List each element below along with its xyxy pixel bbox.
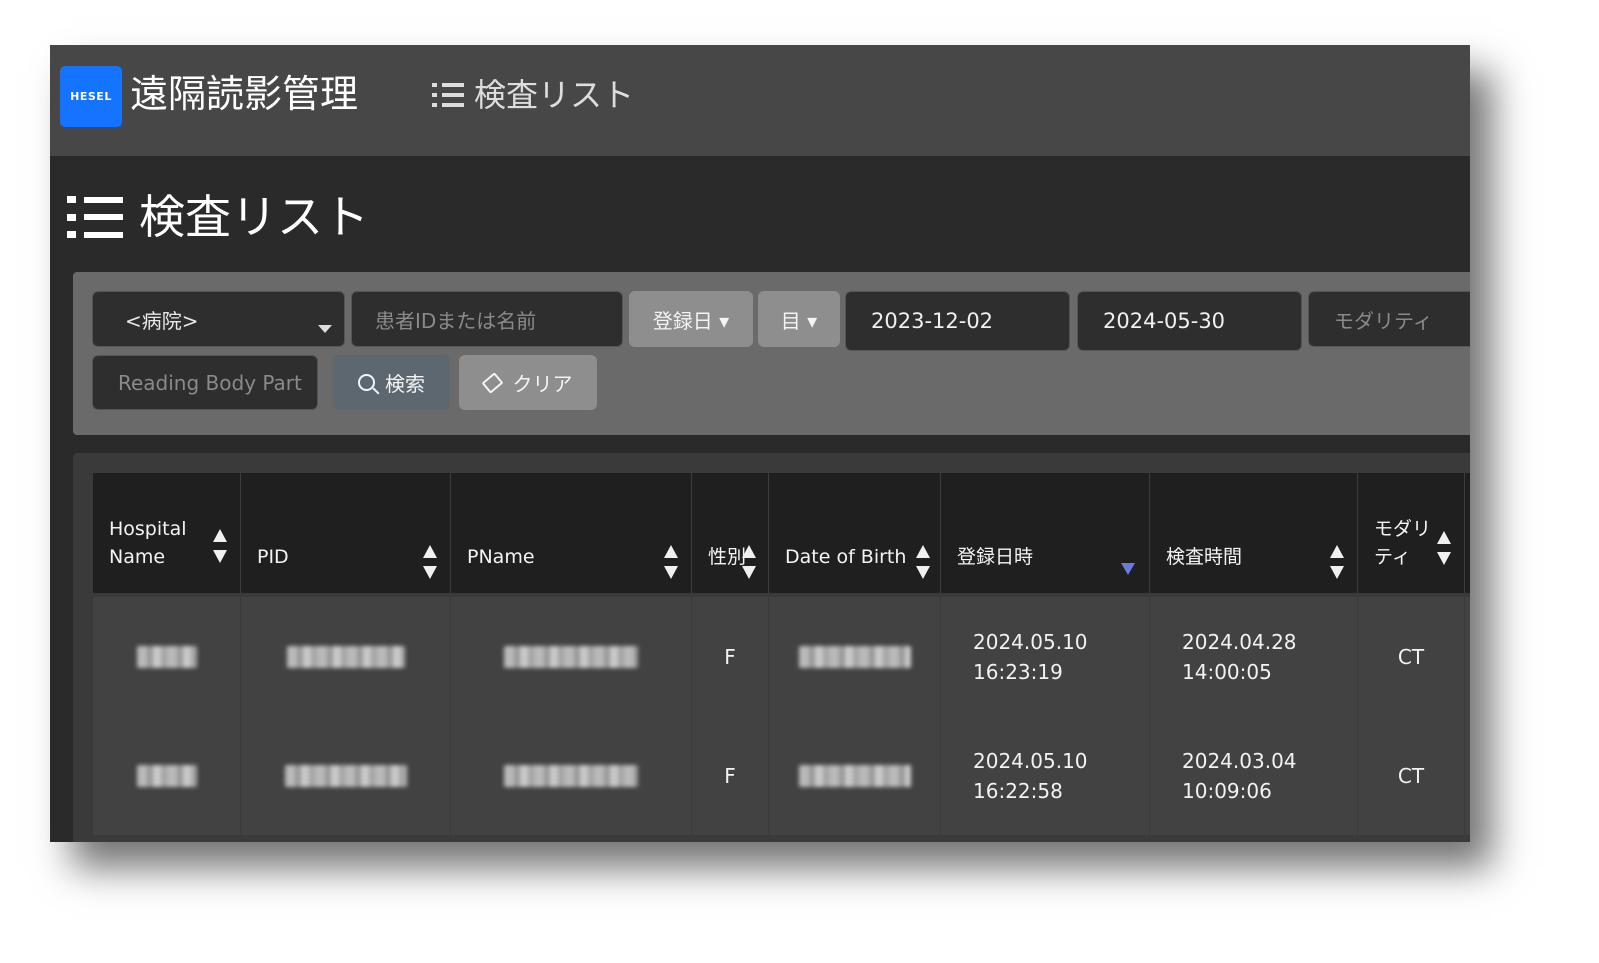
sort-icon[interactable] — [916, 545, 930, 579]
hesel-logo[interactable]: HESEL — [60, 66, 122, 127]
hospital-select-value: <病院> — [125, 308, 199, 333]
list-icon — [67, 196, 123, 238]
cell-pid — [241, 597, 451, 716]
nav-link-exam-list[interactable]: 検査リスト — [432, 75, 634, 115]
body-part-input[interactable]: Reading Body Part — [92, 355, 318, 410]
header-label: 登録日時 — [957, 546, 1034, 568]
cell-date: 2024.05.10 — [973, 629, 1088, 654]
cell-registered: 2024.05.10 16:22:58 — [941, 716, 1150, 835]
column-header-exam-time[interactable]: 検査時間 — [1150, 473, 1358, 593]
filter-panel: <病院> 患者IDまたは名前 登録日 ▾ 目 ▾ 2023-12-02 2024… — [73, 272, 1470, 435]
header-label: モダリ — [1374, 518, 1432, 540]
sort-icon[interactable] — [423, 545, 437, 579]
redacted-text — [284, 764, 407, 787]
table-row[interactable]: F 2024.05.10 16:23:19 2024.04.28 14:00:05 … — [93, 597, 1470, 716]
column-header-pid[interactable]: PID — [241, 473, 451, 593]
sort-desc-icon[interactable] — [1121, 563, 1135, 575]
redacted-text — [286, 645, 405, 668]
header-label: Name — [109, 546, 166, 568]
cell-date: 2024.04.28 — [1182, 629, 1297, 654]
sort-icon[interactable] — [664, 545, 678, 579]
search-icon — [358, 374, 375, 391]
search-button[interactable]: 検索 — [333, 355, 450, 410]
cell-date: 2024.03.04 — [1182, 748, 1297, 773]
list-icon — [432, 83, 464, 107]
column-header-hospital[interactable]: Hospital Name — [93, 473, 241, 593]
modality-placeholder: モダリティ — [1334, 308, 1433, 333]
header-label: Date of Birth — [785, 546, 907, 568]
cell-modality: CT — [1358, 716, 1465, 835]
redacted-text — [504, 764, 638, 787]
redacted-text — [798, 764, 911, 787]
date-from-input[interactable]: 2023-12-02 — [845, 291, 1070, 351]
results-panel: Hospital Name PID PName 性別 Date of Birth — [73, 453, 1470, 842]
cell-exam-time: 2024.04.28 14:00:05 — [1150, 597, 1358, 716]
app-title[interactable]: 遠隔読影管理 — [130, 68, 358, 120]
cell-pname — [451, 716, 692, 835]
eraser-icon — [480, 371, 504, 394]
page-title-text: 検査リスト — [139, 190, 369, 244]
sort-icon[interactable] — [1437, 531, 1451, 565]
column-header-modality[interactable]: モダリ ティ — [1358, 473, 1465, 593]
cell-modality: CT — [1358, 597, 1465, 716]
date-range-label: 目 ▾ — [780, 308, 818, 333]
clear-button[interactable]: クリア — [459, 355, 597, 410]
cell-pname — [451, 597, 692, 716]
redacted-text — [136, 764, 197, 787]
app-window: HESEL 遠隔読影管理 検査リスト 検査リスト <病院> 患者IDまたは名前 — [50, 45, 1470, 842]
sort-icon[interactable] — [742, 545, 756, 579]
cell-sex: F — [692, 716, 769, 835]
clear-button-label: クリア — [512, 372, 573, 396]
table-header: Hospital Name PID PName 性別 Date of Birth — [93, 473, 1470, 593]
header-label: 性別 — [708, 546, 747, 568]
header-label: Hospital — [109, 518, 187, 540]
cell-time: 16:23:19 — [973, 659, 1063, 684]
body-part-placeholder: Reading Body Part — [118, 370, 302, 395]
date-type-label: 登録日 ▾ — [652, 308, 730, 333]
sort-icon[interactable] — [1330, 545, 1344, 579]
cell-date: 2024.05.10 — [973, 748, 1088, 773]
patient-search-placeholder: 患者IDまたは名前 — [375, 308, 537, 333]
cell-hospital — [93, 597, 241, 716]
patient-search-input[interactable]: 患者IDまたは名前 — [351, 291, 623, 347]
column-header-sex[interactable]: 性別 — [692, 473, 769, 593]
modality-input[interactable]: モダリティ — [1308, 291, 1470, 347]
date-to-value: 2024-05-30 — [1103, 309, 1226, 333]
header-label: PName — [467, 546, 535, 568]
redacted-text — [504, 645, 638, 668]
date-range-dropdown[interactable]: 目 ▾ — [758, 291, 840, 347]
cell-dob — [769, 597, 941, 716]
column-header-registered[interactable]: 登録日時 — [941, 473, 1150, 593]
sort-icon[interactable] — [213, 529, 227, 563]
search-button-label: 検索 — [385, 372, 425, 396]
header-label: PID — [257, 546, 289, 568]
cell-time: 16:22:58 — [973, 778, 1063, 803]
header-label: ティ — [1374, 546, 1411, 568]
cell-pid — [241, 716, 451, 835]
date-to-input[interactable]: 2024-05-30 — [1077, 291, 1302, 351]
cell-time: 14:00:05 — [1182, 659, 1272, 684]
hospital-select[interactable]: <病院> — [92, 291, 345, 347]
top-navbar: HESEL 遠隔読影管理 検査リスト — [50, 45, 1470, 156]
redacted-text — [136, 645, 197, 668]
column-header-pname[interactable]: PName — [451, 473, 692, 593]
cell-hospital — [93, 716, 241, 835]
column-header-dob[interactable]: Date of Birth — [769, 473, 941, 593]
page-title: 検査リスト — [67, 187, 369, 247]
redacted-text — [798, 645, 911, 668]
cell-dob — [769, 716, 941, 835]
header-label: 検査時間 — [1166, 546, 1243, 568]
date-type-dropdown[interactable]: 登録日 ▾ — [629, 291, 753, 347]
cell-sex: F — [692, 597, 769, 716]
cell-time: 10:09:06 — [1182, 778, 1272, 803]
cell-exam-time: 2024.03.04 10:09:06 — [1150, 716, 1358, 835]
table-row[interactable]: F 2024.05.10 16:22:58 2024.03.04 10:09:06 … — [93, 716, 1470, 835]
nav-link-label: 検査リスト — [474, 76, 635, 114]
cell-registered: 2024.05.10 16:23:19 — [941, 597, 1150, 716]
chevron-down-icon — [318, 325, 332, 333]
date-from-value: 2023-12-02 — [871, 309, 994, 333]
